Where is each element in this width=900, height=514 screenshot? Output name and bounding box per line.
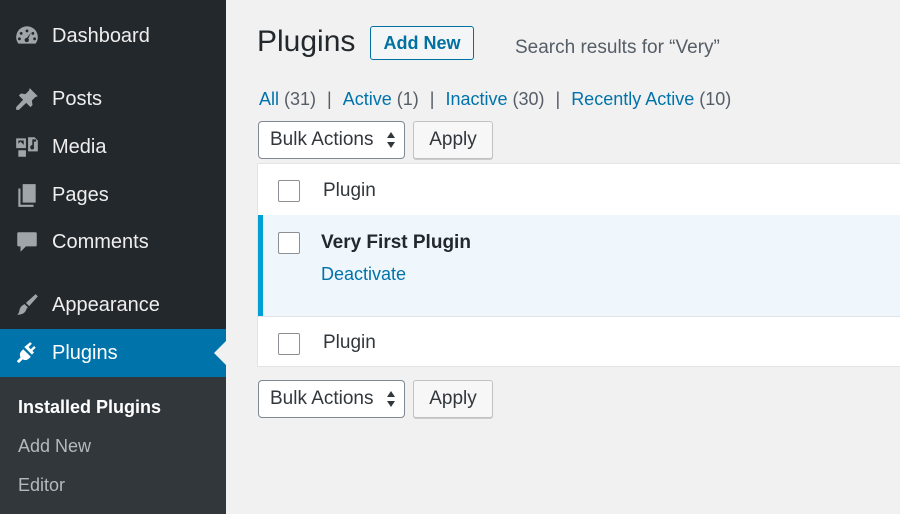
search-results-text: Search results for “Very” <box>515 37 720 58</box>
bulk-actions-select-bottom[interactable]: Bulk Actions <box>258 380 405 418</box>
column-footer-plugin[interactable]: Plugin <box>323 332 376 354</box>
filter-recently-active-link[interactable]: Recently Active <box>571 89 694 110</box>
sidebar-item-label: Pages <box>52 183 109 206</box>
sidebar-item-label: Posts <box>52 87 103 110</box>
deactivate-link[interactable]: Deactivate <box>321 264 406 285</box>
submenu-item-add-new[interactable]: Add New <box>18 436 91 457</box>
status-filter-links: All (31) | Active (1) | Inactive (30) | … <box>259 89 731 110</box>
filter-all-link[interactable]: All <box>259 89 279 110</box>
filter-separator: | <box>327 89 332 109</box>
table-row: Very First Plugin Deactivate <box>258 215 900 317</box>
sidebar-item-dashboard[interactable]: Dashboard <box>0 13 226 59</box>
bulk-actions-select-top[interactable]: Bulk Actions <box>258 121 405 159</box>
brush-icon <box>14 292 40 318</box>
admin-sidebar: Dashboard Posts Media Pages Comments App… <box>0 0 226 514</box>
pages-icon <box>14 182 40 208</box>
select-arrows-icon <box>386 131 396 149</box>
filter-separator: | <box>555 89 561 109</box>
sidebar-item-comments[interactable]: Comments <box>0 219 226 265</box>
filter-all-count: (31) <box>284 89 317 109</box>
select-all-checkbox-top[interactable] <box>278 180 300 202</box>
select-arrows-icon <box>386 390 396 408</box>
add-new-button[interactable]: Add New <box>370 26 474 60</box>
plugin-icon <box>14 340 40 366</box>
filter-active-count: (1) <box>396 89 419 109</box>
sidebar-item-label: Media <box>52 135 107 158</box>
bulk-actions-value: Bulk Actions <box>270 388 374 409</box>
sidebar-item-label: Appearance <box>52 293 160 316</box>
plugins-submenu: Installed Plugins Add New Editor <box>0 377 226 514</box>
current-menu-arrow <box>214 341 226 365</box>
sidebar-item-plugins[interactable]: Plugins <box>0 329 226 377</box>
sidebar-item-posts[interactable]: Posts <box>0 76 226 122</box>
filter-inactive-link[interactable]: Inactive <box>445 89 507 110</box>
apply-button-bottom[interactable]: Apply <box>413 380 493 418</box>
submenu-item-installed-plugins[interactable]: Installed Plugins <box>18 397 161 418</box>
table-footer-row: Plugin <box>258 317 900 367</box>
page-title: Plugins <box>257 25 356 58</box>
pin-icon <box>14 86 40 112</box>
select-all-checkbox-bottom[interactable] <box>278 333 300 355</box>
table-header-row: Plugin <box>258 164 900 216</box>
sidebar-item-label: Plugins <box>52 341 118 364</box>
submenu-item-editor[interactable]: Editor <box>18 475 65 496</box>
filter-recently-active-count: (10) <box>699 89 732 109</box>
column-header-plugin[interactable]: Plugin <box>323 180 376 202</box>
filter-separator: | <box>429 89 435 109</box>
bulk-actions-value: Bulk Actions <box>270 129 374 150</box>
filter-inactive-count: (30) <box>512 89 545 109</box>
sidebar-item-label: Comments <box>52 230 149 253</box>
sidebar-item-media[interactable]: Media <box>0 124 226 170</box>
plugins-table: Plugin Very First Plugin Deactivate Plug… <box>257 163 900 367</box>
sidebar-item-appearance[interactable]: Appearance <box>0 282 226 328</box>
filter-active-link[interactable]: Active <box>343 89 392 110</box>
plugin-name: Very First Plugin <box>321 232 471 253</box>
sidebar-item-pages[interactable]: Pages <box>0 172 226 218</box>
row-checkbox[interactable] <box>278 232 300 254</box>
comment-icon <box>14 229 40 255</box>
sidebar-item-label: Dashboard <box>52 24 150 47</box>
media-icon <box>14 134 40 160</box>
apply-button-top[interactable]: Apply <box>413 121 493 159</box>
dashboard-icon <box>14 23 40 49</box>
